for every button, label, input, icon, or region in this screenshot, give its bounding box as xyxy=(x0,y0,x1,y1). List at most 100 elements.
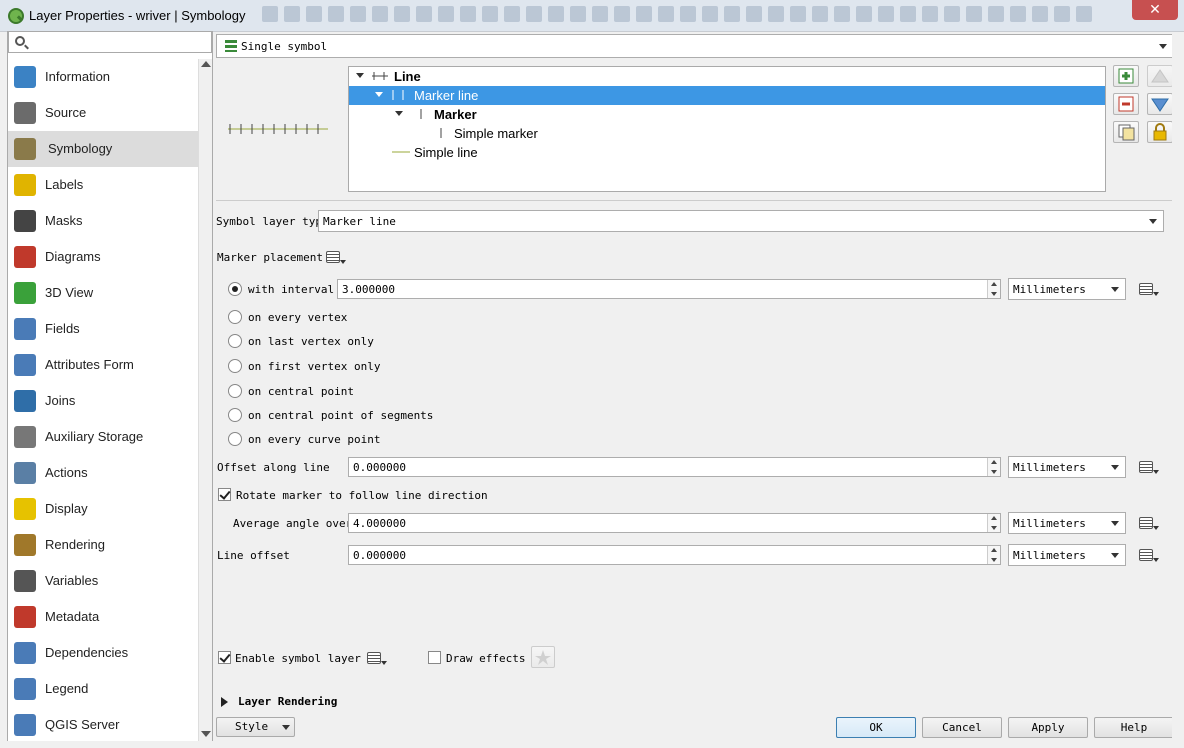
placement-radio-last-vertex[interactable] xyxy=(228,334,242,348)
tree-row-simple-marker[interactable]: Simple marker xyxy=(349,124,1105,143)
placement-radio-central-point[interactable] xyxy=(228,384,242,398)
placement-radio-curve-point[interactable] xyxy=(228,432,242,446)
help-button[interactable]: Help xyxy=(1094,717,1174,738)
brush-icon xyxy=(14,534,36,556)
tree-row-marker-line[interactable]: Marker line xyxy=(349,86,1105,105)
placement-option-label: on every curve point xyxy=(248,433,381,446)
sidebar-item-masks[interactable]: Masks xyxy=(8,203,198,239)
data-defined-override-button[interactable] xyxy=(324,248,346,266)
marker-line-icon xyxy=(391,88,407,105)
close-icon: ✕ xyxy=(1149,2,1161,18)
expand-arrow-icon[interactable] xyxy=(375,92,383,97)
sidebar-item-diagrams[interactable]: Diagrams xyxy=(8,239,198,275)
enable-symbol-layer-checkbox[interactable] xyxy=(218,651,231,664)
interval-input[interactable]: 3.000000 xyxy=(337,279,1001,299)
tree-row-simple-line[interactable]: Simple line xyxy=(349,143,1105,162)
remove-symbol-layer-button[interactable] xyxy=(1113,93,1139,115)
lock-layer-button[interactable] xyxy=(1147,121,1173,143)
sidebar-item-source[interactable]: Source xyxy=(8,95,198,131)
marker-line-preview-icon xyxy=(228,124,328,134)
data-defined-override-button[interactable] xyxy=(1137,458,1159,476)
sidebar-item-display[interactable]: Display xyxy=(8,491,198,527)
sidebar-item-fields[interactable]: Fields xyxy=(8,311,198,347)
sidebar-item-rendering[interactable]: Rendering xyxy=(8,527,198,563)
cancel-button[interactable]: Cancel xyxy=(922,717,1002,738)
offset-along-label: Offset along line xyxy=(217,461,330,474)
sidebar-search-input[interactable] xyxy=(8,31,212,53)
line-offset-input[interactable]: 0.000000 xyxy=(348,545,1001,565)
sidebar-item-information[interactable]: Information xyxy=(8,59,198,95)
sidebar-item-actions[interactable]: Actions xyxy=(8,455,198,491)
ok-button[interactable]: OK xyxy=(836,717,916,738)
duplicate-layer-button[interactable] xyxy=(1113,121,1139,143)
sidebar-item-dependencies[interactable]: Dependencies xyxy=(8,635,198,671)
sidebar-item-3d-view[interactable]: 3D View xyxy=(8,275,198,311)
scroll-down-icon[interactable] xyxy=(201,731,211,737)
sidebar-item-label: Display xyxy=(45,501,88,516)
placement-option-label: on central point xyxy=(248,385,354,398)
interval-unit-select[interactable]: Millimeters xyxy=(1008,278,1126,300)
sidebar-item-labels[interactable]: Labels xyxy=(8,167,198,203)
spinner-icon[interactable] xyxy=(987,280,1000,298)
apply-button[interactable]: Apply xyxy=(1008,717,1088,738)
tree-row-line[interactable]: Line xyxy=(349,67,1105,86)
tree-label: Simple marker xyxy=(454,126,538,141)
draw-effects-checkbox[interactable] xyxy=(428,651,441,664)
data-defined-icon xyxy=(326,251,340,263)
search-icon xyxy=(15,36,25,46)
sidebar-item-joins[interactable]: Joins xyxy=(8,383,198,419)
effects-settings-button[interactable] xyxy=(531,646,555,668)
spinner-icon[interactable] xyxy=(987,514,1000,532)
form-icon xyxy=(14,354,36,376)
avg-angle-input[interactable]: 4.000000 xyxy=(348,513,1001,533)
line-offset-unit-select[interactable]: Millimeters xyxy=(1008,544,1126,566)
actions-gear-icon xyxy=(14,462,36,484)
tree-row-marker[interactable]: Marker xyxy=(349,105,1105,124)
data-defined-override-button[interactable] xyxy=(365,649,387,667)
data-defined-override-button[interactable] xyxy=(1137,280,1159,298)
placement-radio-interval[interactable] xyxy=(228,282,242,296)
placement-radio-every-vertex[interactable] xyxy=(228,310,242,324)
sidebar-item-variables[interactable]: Variables xyxy=(8,563,198,599)
sidebar-item-symbology[interactable]: Symbology xyxy=(8,131,198,167)
avg-angle-unit-select[interactable]: Millimeters xyxy=(1008,512,1126,534)
cube-icon xyxy=(14,282,36,304)
placement-option-label: on central point of segments xyxy=(248,409,434,422)
offset-along-input[interactable]: 0.000000 xyxy=(348,457,1001,477)
expand-arrow-icon[interactable] xyxy=(395,111,403,116)
rotate-marker-checkbox[interactable] xyxy=(218,488,231,501)
data-defined-icon xyxy=(1139,549,1153,561)
simple-line-icon xyxy=(391,145,411,162)
lock-icon xyxy=(1153,123,1167,141)
placement-radio-first-vertex[interactable] xyxy=(228,359,242,373)
expand-arrow-icon[interactable] xyxy=(356,73,364,78)
symbol-layer-type-select[interactable]: Marker line xyxy=(318,210,1164,232)
sidebar-item-auxiliary-storage[interactable]: Auxiliary Storage xyxy=(8,419,198,455)
data-defined-override-button[interactable] xyxy=(1137,546,1159,564)
renderer-select[interactable]: Single symbol xyxy=(216,34,1174,58)
layer-rendering-header[interactable]: Layer Rendering xyxy=(238,695,337,708)
add-symbol-layer-button[interactable] xyxy=(1113,65,1139,87)
sidebar-item-legend[interactable]: Legend xyxy=(8,671,198,707)
simple-marker-icon xyxy=(439,126,445,143)
data-defined-icon xyxy=(1139,461,1153,473)
scroll-up-icon[interactable] xyxy=(201,61,211,67)
sidebar-item-qgis-server[interactable]: QGIS Server xyxy=(8,707,198,743)
close-button[interactable]: ✕ xyxy=(1132,0,1178,20)
spinner-icon[interactable] xyxy=(987,458,1000,476)
offset-along-unit-select[interactable]: Millimeters xyxy=(1008,456,1126,478)
move-down-button[interactable] xyxy=(1147,93,1173,115)
placement-radio-central-segments[interactable] xyxy=(228,408,242,422)
expand-arrow-icon[interactable] xyxy=(221,697,228,707)
move-up-button[interactable] xyxy=(1147,65,1173,87)
sidebar-item-attributes-form[interactable]: Attributes Form xyxy=(8,347,198,383)
sidebar-item-metadata[interactable]: Metadata xyxy=(8,599,198,635)
data-defined-icon xyxy=(367,652,381,664)
spinner-icon[interactable] xyxy=(987,546,1000,564)
abc-label-icon xyxy=(14,174,36,196)
abc-mask-icon xyxy=(14,210,36,232)
sidebar-scrollbar[interactable] xyxy=(198,59,212,741)
marker-placement-label: Marker placement xyxy=(217,251,323,264)
style-button[interactable]: Style xyxy=(216,717,295,737)
data-defined-override-button[interactable] xyxy=(1137,514,1159,532)
